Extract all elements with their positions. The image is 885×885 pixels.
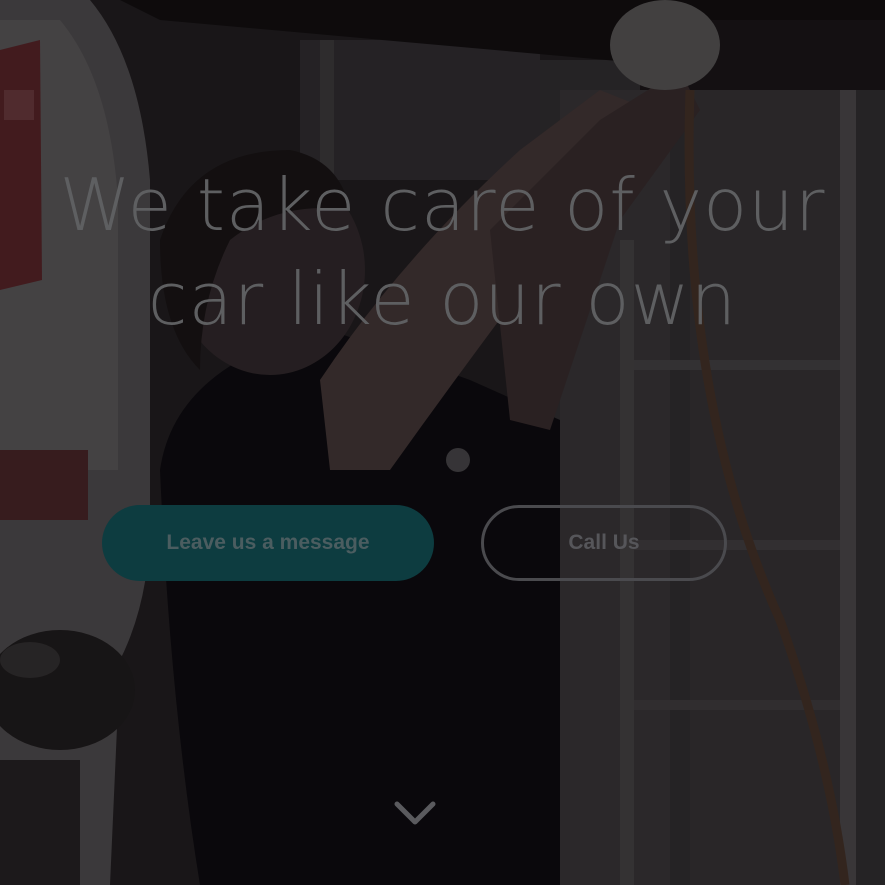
- scroll-down-button[interactable]: [388, 792, 442, 836]
- call-us-button[interactable]: Call Us: [481, 505, 727, 581]
- headline-line-1: We take care of your: [59, 163, 826, 247]
- hero-headline: We take care of your car like our own: [0, 158, 885, 346]
- dark-overlay: [0, 0, 885, 885]
- headline-line-2: car like our own: [147, 257, 738, 341]
- chevron-down-icon: [394, 801, 436, 825]
- hero-section: We take care of your car like our own Le…: [0, 0, 885, 885]
- leave-message-button[interactable]: Leave us a message: [102, 505, 434, 581]
